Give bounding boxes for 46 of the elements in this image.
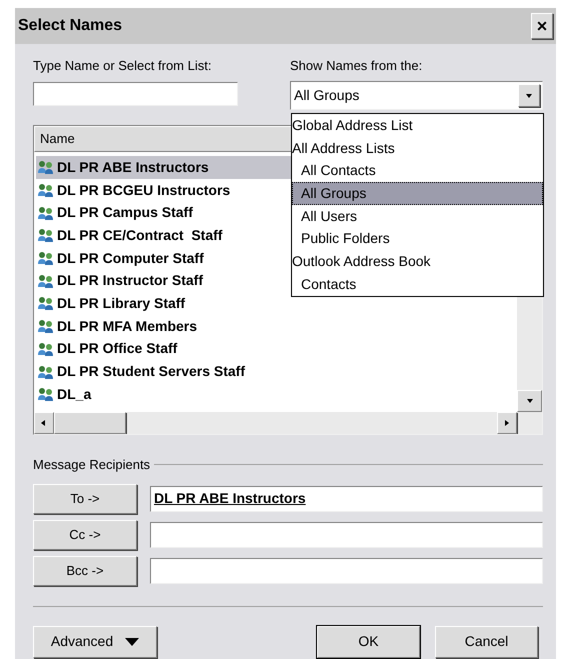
source-dropdown[interactable]: All Groups (290, 81, 543, 110)
recipient-button[interactable]: To -> (33, 484, 137, 514)
advanced-button[interactable]: Advanced (33, 626, 157, 658)
caret-icon (125, 638, 140, 646)
group-icon (37, 340, 55, 357)
group-icon (37, 272, 55, 289)
group-icon (37, 295, 55, 312)
close-button[interactable]: × (531, 13, 553, 39)
list-row[interactable]: DL PR Student Servers Staff (36, 360, 517, 383)
recipient-button[interactable]: Bcc -> (33, 556, 137, 586)
dropdown-option[interactable]: Public Folders (292, 227, 543, 250)
group-icon (37, 318, 55, 334)
recipient-button[interactable]: Cc -> (33, 520, 137, 550)
group-icon (37, 204, 55, 221)
search-label: Type Name or Select from List: (33, 58, 212, 74)
dropdown-option[interactable]: All Users (292, 204, 543, 228)
group-icon (37, 182, 55, 198)
source-label: Show Names from the: (290, 58, 424, 74)
horizontal-scrollbar[interactable] (34, 412, 542, 434)
scroll-right-button[interactable] (497, 412, 517, 434)
recipient-field[interactable]: DL PR ABE Instructors (150, 486, 543, 512)
section-title: Message Recipients (33, 456, 150, 474)
list-row[interactable]: DL_a (36, 382, 517, 406)
caret-icon (40, 419, 48, 427)
window-title: Select Names (18, 16, 122, 36)
list-row[interactable]: DL PR MFA Members (36, 314, 517, 338)
group-icon (37, 364, 55, 380)
recipient-field[interactable] (150, 522, 543, 548)
group-icon (37, 159, 55, 176)
recipient-field[interactable] (150, 558, 543, 584)
caret-icon (525, 92, 533, 100)
caret-icon (526, 397, 534, 405)
group-icon (37, 227, 55, 244)
scroll-left-button[interactable] (34, 412, 54, 434)
caret-icon (503, 419, 511, 427)
scroll-thumb[interactable] (54, 412, 126, 434)
dropdown-button[interactable] (518, 84, 540, 107)
dropdown-option[interactable]: Outlook Address Book (292, 250, 543, 273)
list-row[interactable]: DL PR Office Staff (36, 338, 517, 360)
scroll-down-button[interactable] (517, 390, 542, 412)
group-icon (37, 250, 55, 266)
dropdown-option[interactable]: All Groups (292, 182, 543, 205)
search-field[interactable] (33, 82, 238, 106)
ok-button[interactable]: OK (317, 626, 420, 658)
group-icon (37, 386, 55, 402)
cancel-button[interactable]: Cancel (435, 626, 538, 658)
